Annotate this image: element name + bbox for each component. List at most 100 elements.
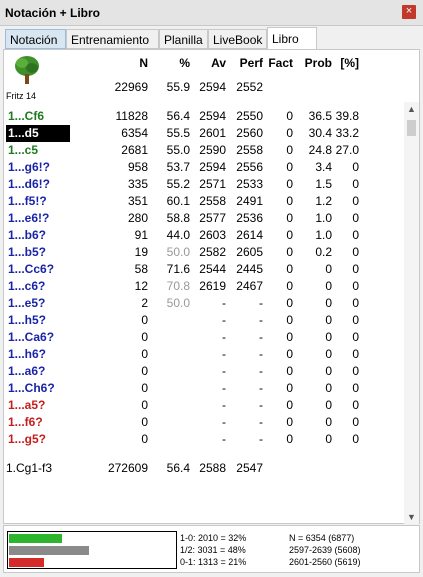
table-row[interactable]: 1...b6? 91 44.0 2603 2614 0 1.0 0 <box>4 227 404 244</box>
table-row[interactable]: 1...e5? 2 50.0 - - 0 0 0 <box>4 295 404 312</box>
cell-pct <box>156 346 190 363</box>
close-button[interactable]: × <box>402 5 416 19</box>
scroll-down-icon[interactable]: ▼ <box>404 510 419 524</box>
cell-fact: 0 <box>286 296 293 310</box>
cell-av: - <box>222 330 226 344</box>
table-row[interactable]: 1...Ch6? 0 - - 0 0 0 <box>4 380 404 397</box>
tab-notacion[interactable]: Notación <box>5 29 66 49</box>
book-panel: Fritz 14 N % Av Perf Fact Prob [%] 22969… <box>3 49 420 524</box>
cell-brk: 0 <box>352 381 359 395</box>
header-av[interactable]: Av <box>190 56 226 70</box>
cell-pct: 56.4 <box>166 109 190 123</box>
tab-entrenamiento[interactable]: Entrenamiento <box>66 29 159 49</box>
cell-brk: 0 <box>352 296 359 310</box>
move-label[interactable]: 1...e6!? <box>8 210 88 227</box>
scroll-thumb[interactable] <box>407 120 416 136</box>
table-row[interactable]: 1...c5 2681 55.0 2590 2558 0 24.8 27.0 <box>4 142 404 159</box>
window-titlebar: Notación + Libro × <box>0 0 423 26</box>
cell-fact: 0 <box>286 177 293 191</box>
table-row[interactable]: 1...Cc6? 58 71.6 2544 2445 0 0 0 <box>4 261 404 278</box>
move-label[interactable]: 1...Ch6? <box>8 380 88 397</box>
tab-libro[interactable]: Libro <box>267 27 317 50</box>
move-label[interactable]: 1...Ca6? <box>8 329 88 346</box>
cell-perf: - <box>259 296 263 310</box>
table-row[interactable]: 1...d6!? 335 55.2 2571 2533 0 1.5 0 <box>4 176 404 193</box>
move-label[interactable]: 1...a6? <box>8 363 88 380</box>
table-row[interactable]: 1...e6!? 280 58.8 2577 2536 0 1.0 0 <box>4 210 404 227</box>
header-prob[interactable]: Prob <box>298 56 332 70</box>
cell-perf: 2560 <box>236 126 263 140</box>
cell-brk: 33.2 <box>335 126 359 140</box>
table-row[interactable]: 1...f6? 0 - - 0 0 0 <box>4 414 404 431</box>
move-label[interactable]: 1...e5? <box>8 295 88 312</box>
table-row[interactable]: 1...h6? 0 - - 0 0 0 <box>4 346 404 363</box>
move-label[interactable]: 1...Cc6? <box>8 261 88 278</box>
cell-fact: 0 <box>286 347 293 361</box>
move-label[interactable]: 1...b6? <box>8 227 88 244</box>
tab-planilla[interactable]: Planilla <box>159 29 208 49</box>
vertical-scrollbar[interactable]: ▲ ▼ <box>404 102 419 524</box>
cell-n: 58 <box>134 262 148 276</box>
cell-prob: 30.4 <box>308 126 332 140</box>
cell-brk: 0 <box>352 245 359 259</box>
cell-pct: 71.6 <box>166 262 190 276</box>
table-row[interactable]: 1...a6? 0 - - 0 0 0 <box>4 363 404 380</box>
tree-icon[interactable] <box>12 54 42 86</box>
move-label[interactable]: 1...c6? <box>8 278 88 295</box>
cell-brk: 0 <box>352 364 359 378</box>
move-label[interactable]: 1...b5? <box>8 244 88 261</box>
move-label[interactable]: 1...f5!? <box>8 193 88 210</box>
table-row[interactable]: 1...a5? 0 - - 0 0 0 <box>4 397 404 414</box>
cell-pct <box>156 414 190 431</box>
table-row[interactable]: 1...Ca6? 0 - - 0 0 0 <box>4 329 404 346</box>
totals-av: 2588 <box>199 461 226 475</box>
move-list: 1...Cf6 11828 56.4 2594 2550 0 36.5 39.8 1...d5 6… <box>4 108 404 468</box>
move-label[interactable]: 1...a5? <box>8 397 88 414</box>
move-label[interactable]: 1...f6? <box>8 414 88 431</box>
cell-prob: 0 <box>325 279 332 293</box>
move-label[interactable]: 1...h6? <box>8 346 88 363</box>
move-label[interactable]: 1...Cf6 <box>8 108 88 125</box>
cell-av: - <box>222 432 226 446</box>
tab-livebook[interactable]: LiveBook <box>208 29 267 49</box>
cell-prob: 1.0 <box>315 228 332 242</box>
cell-fact: 0 <box>286 194 293 208</box>
cell-prob: 0 <box>325 364 332 378</box>
table-row[interactable]: 1...g6!? 958 53.7 2594 2556 0 3.4 0 <box>4 159 404 176</box>
table-row[interactable]: 1...c6? 12 70.8 2619 2467 0 0 0 <box>4 278 404 295</box>
header-bracket-percent[interactable]: [%] <box>331 56 359 70</box>
cell-av: 2594 <box>199 109 226 123</box>
move-label[interactable]: 1...d5 <box>6 125 70 142</box>
cell-n: 0 <box>141 364 148 378</box>
cell-brk: 0 <box>352 177 359 191</box>
cell-prob: 1.0 <box>315 211 332 225</box>
cell-n: 351 <box>127 194 148 208</box>
totals-percent: 56.4 <box>166 461 190 475</box>
cell-prob: 0 <box>325 398 332 412</box>
cell-av: - <box>222 415 226 429</box>
cell-fact: 0 <box>286 262 293 276</box>
header-perf[interactable]: Perf <box>226 56 263 70</box>
cell-n: 11828 <box>115 109 148 123</box>
move-label[interactable]: 1...d6!? <box>8 176 88 193</box>
move-label[interactable]: 1...g6!? <box>8 159 88 176</box>
cell-fact: 0 <box>286 228 293 242</box>
draws-text: 1/2: 3031 = 48% <box>180 545 246 555</box>
move-label[interactable]: 1...h5? <box>8 312 88 329</box>
scroll-up-icon[interactable]: ▲ <box>404 102 419 116</box>
games-count-text: N = 6354 (6877) <box>289 533 355 543</box>
header-percent[interactable]: % <box>156 56 190 70</box>
table-row[interactable]: 1...f5!? 351 60.1 2558 2491 0 1.2 0 <box>4 193 404 210</box>
move-label[interactable]: 1...g5? <box>8 431 88 448</box>
header-n[interactable]: N <box>98 56 148 70</box>
cell-pct: 44.0 <box>166 228 190 242</box>
table-row[interactable]: 1...Cf6 11828 56.4 2594 2550 0 36.5 39.8 <box>4 108 404 125</box>
table-row[interactable]: 1...g5? 0 - - 0 0 0 <box>4 431 404 448</box>
table-row[interactable]: 1...d5 6354 55.5 2601 2560 0 30.4 33.2 <box>4 125 404 142</box>
move-label[interactable]: 1...c5 <box>8 142 88 159</box>
summary-n: 22969 <box>114 80 148 94</box>
cell-pct: 50.0 <box>166 296 190 310</box>
table-row[interactable]: 1...h5? 0 - - 0 0 0 <box>4 312 404 329</box>
header-fact[interactable]: Fact <box>267 56 293 70</box>
table-row[interactable]: 1...b5? 19 50.0 2582 2605 0 0.2 0 <box>4 244 404 261</box>
